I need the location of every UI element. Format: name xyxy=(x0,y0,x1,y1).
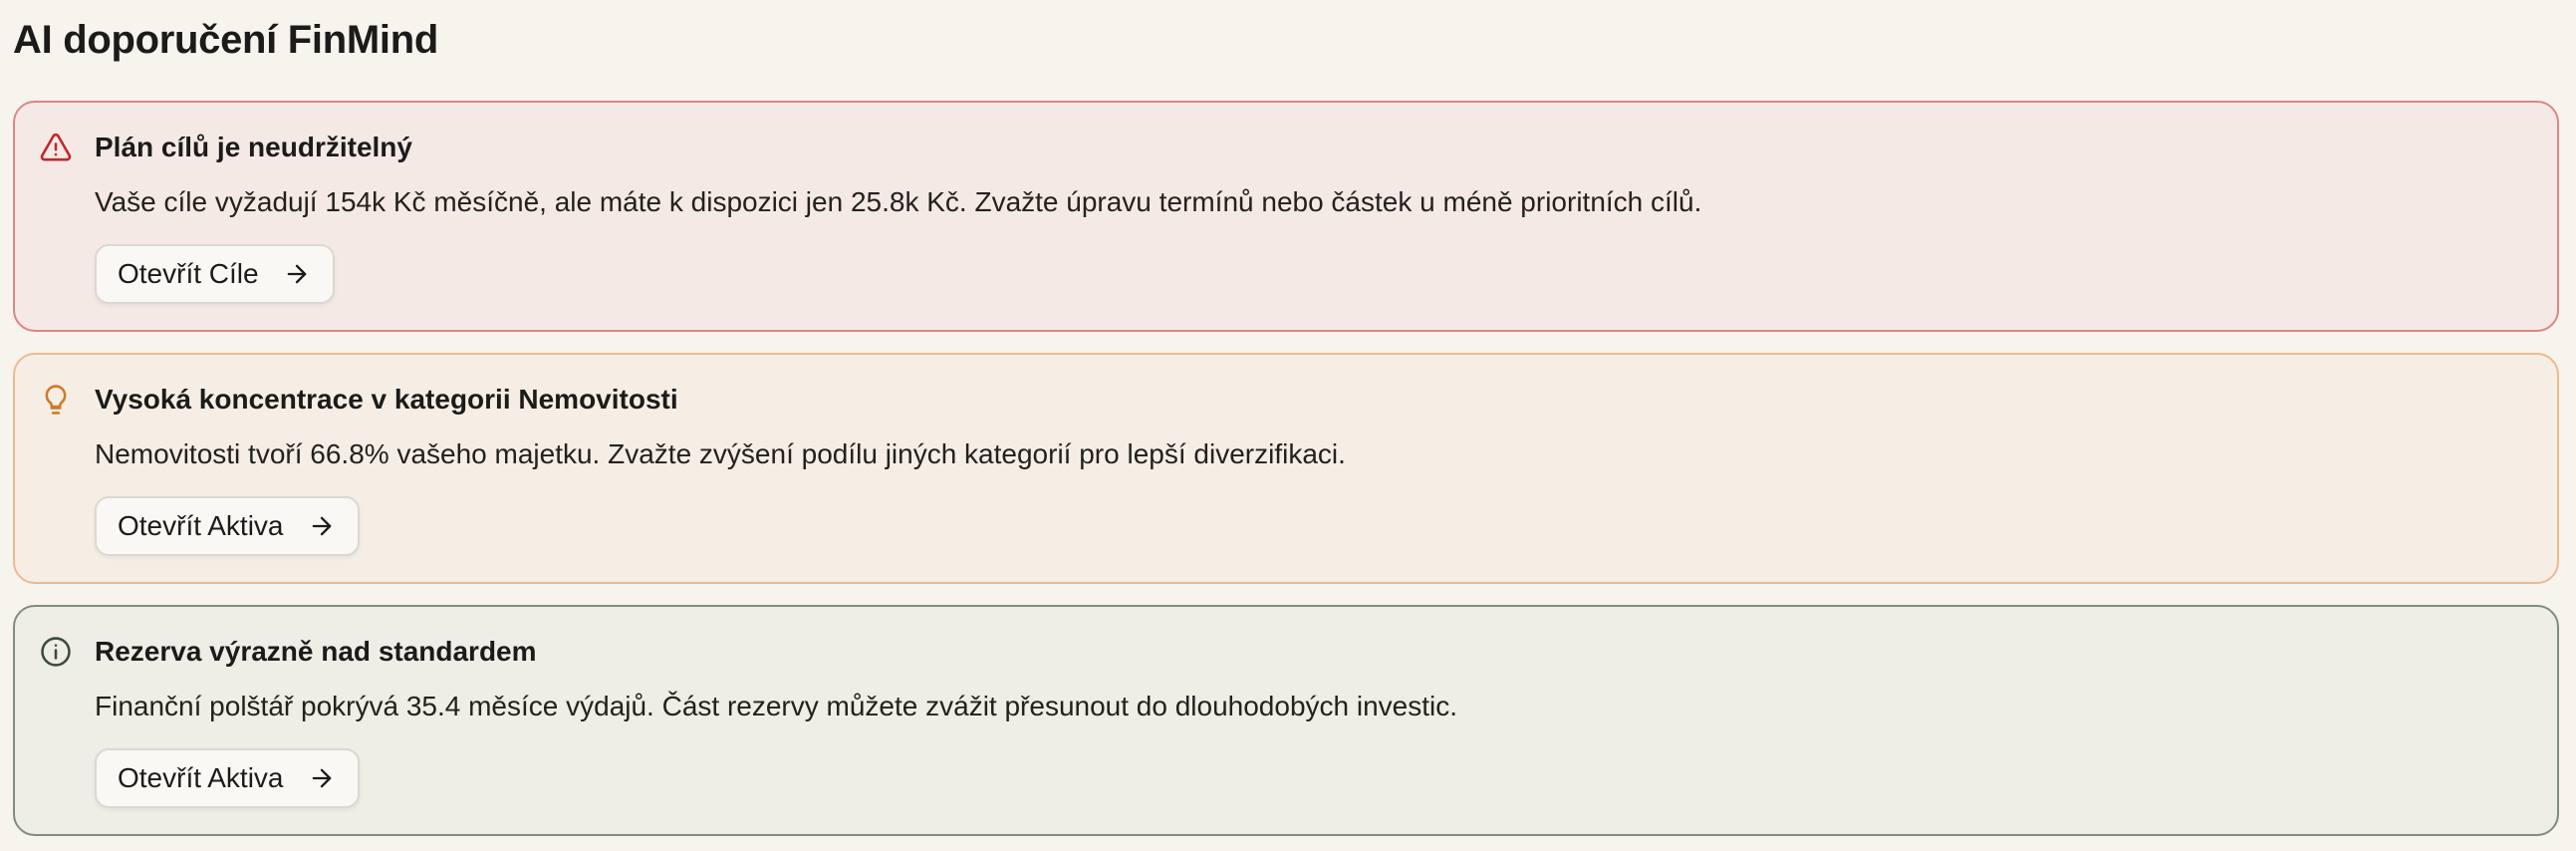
open-assets-button[interactable]: Otevřít Aktiva xyxy=(95,748,360,808)
warning-triangle-icon xyxy=(39,131,73,164)
button-label: Otevřít Aktiva xyxy=(118,510,284,541)
recommendation-card-reserve-above-standard: Rezerva výrazně nad standardem Finanční … xyxy=(13,605,2559,836)
arrow-right-icon xyxy=(312,768,331,788)
page-title: AI doporučení FinMind xyxy=(13,18,438,62)
recommendation-text: Vaše cíle vyžadují 154k Kč měsíčně, ale … xyxy=(95,186,1702,217)
open-goals-button[interactable]: Otevřít Cíle xyxy=(95,244,335,304)
recommendation-card-real-estate-concentration: Vysoká koncentrace v kategorii Nemovitos… xyxy=(13,353,2559,584)
recommendation-text: Finanční polštář pokrývá 35.4 měsíce výd… xyxy=(95,691,1458,721)
recommendation-title: Plán cílů je neudržitelný xyxy=(95,132,412,162)
button-label: Otevřít Aktiva xyxy=(118,762,284,793)
open-assets-button[interactable]: Otevřít Aktiva xyxy=(95,496,360,556)
button-label: Otevřít Cíle xyxy=(118,258,259,289)
info-circle-icon xyxy=(39,635,73,669)
recommendation-title: Vysoká koncentrace v kategorii Nemovitos… xyxy=(95,384,678,415)
recommendation-title: Rezerva výrazně nad standardem xyxy=(95,636,537,667)
recommendation-text: Nemovitosti tvoří 66.8% vašeho majetku. … xyxy=(95,438,1346,469)
arrow-right-icon xyxy=(312,516,331,536)
arrow-right-icon xyxy=(287,264,306,284)
lightbulb-icon xyxy=(39,383,73,417)
recommendation-card-goals-unsustainable: Plán cílů je neudržitelný Vaše cíle vyža… xyxy=(13,101,2559,332)
